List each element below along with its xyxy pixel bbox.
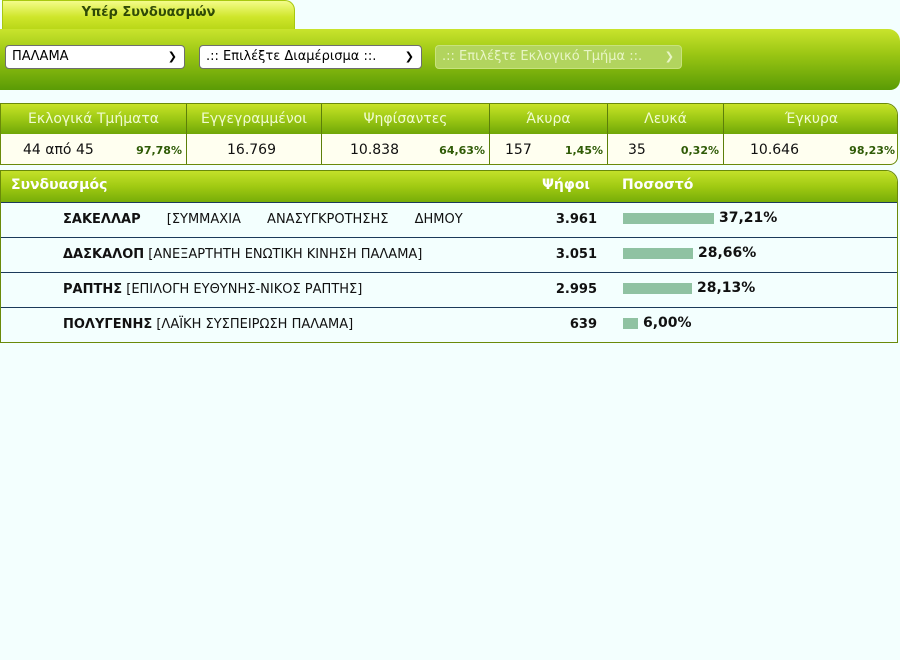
stat-blank: Λευκά 35 0,32%	[608, 104, 724, 164]
party-votes: 639	[569, 317, 597, 332]
stat-percent: 1,45%	[564, 144, 603, 157]
header-party: Συνδυασμός	[11, 177, 108, 193]
summary-stats: Εκλογικά Τμήματα 44 από 45 97,78% Εγγεγρ…	[0, 103, 898, 165]
stat-header: Άκυρα	[526, 111, 571, 127]
stat-header: Εκλογικά Τμήματα	[27, 111, 160, 127]
table-row: ΔΑΣΚΑΛΟΠ [ΑΝΕΞΑΡΤΗΤΗ ΕΝΩΤΙΚΗ ΚΙΝΗΣΗ ΠΑΛΑ…	[1, 237, 897, 272]
results-header: Συνδυασμός Ψήφοι Ποσοστό	[1, 171, 897, 202]
results-rows: ΣΑΚΕΛΛΑΡ [ΣΥΜΜΑΧΙΑ ΑΝΑΣΥΓΚΡΟΤΗΣΗΣ ΔΗΜΟΥ 3…	[1, 202, 897, 342]
party-title: [ΕΠΙΛΟΓΗ ΕΥΘΥΝΗΣ-ΝΙΚΟΣ ΡΑΠΤΗΣ]	[122, 282, 363, 297]
results-table: Συνδυασμός Ψήφοι Ποσοστό ΣΑΚΕΛΛΑΡ [ΣΥΜΜΑ…	[0, 170, 898, 343]
stat-valid: Έγκυρα 10.646 98,23%	[724, 104, 897, 164]
party-percent: 37,21%	[719, 210, 778, 226]
party-percent: 28,66%	[698, 245, 757, 261]
table-row: ΡΑΠΤΗΣ [ΕΠΙΛΟΓΗ ΕΥΘΥΝΗΣ-ΝΙΚΟΣ ΡΑΠΤΗΣ] 2.9…	[1, 272, 897, 307]
stat-value: 16.769	[227, 142, 276, 158]
section-select[interactable]: .:: Επιλέξτε Εκλογικό Τμήμα ::. ❯	[435, 45, 682, 69]
stat-percent: 0,32%	[680, 144, 719, 157]
municipality-select[interactable]: ΠΑΛΑΜΑ ❯	[5, 45, 185, 69]
stat-value: 157	[505, 142, 532, 158]
stat-invalid: Άκυρα 157 1,45%	[490, 104, 608, 164]
header-votes: Ψήφοι	[542, 177, 590, 193]
party-leader: ΔΑΣΚΑΛΟΠ	[63, 247, 145, 262]
stat-registered: Εγγεγραμμένοι 16.769	[187, 104, 322, 164]
party-title: [ΣΥΜΜΑΧΙΑ ΑΝΑΣΥΓΚΡΟΤΗΣΗΣ ΔΗΜΟΥ	[140, 212, 463, 227]
percent-bar	[623, 213, 714, 224]
district-select-value: .:: Επιλέξτε Διαμέρισμα ::.	[206, 49, 377, 64]
chevron-down-icon: ❯	[167, 50, 177, 63]
stat-sections: Εκλογικά Τμήματα 44 από 45 97,78%	[1, 104, 187, 164]
tab-label: Υπέρ Συνδυασμών	[81, 5, 216, 20]
chevron-down-icon: ❯	[404, 50, 414, 63]
stat-value: 44 από 45	[23, 142, 94, 158]
party-title: [ΛΑΪΚΗ ΣΥΣΠΕΙΡΩΣΗ ΠΑΛΑΜΑ]	[152, 317, 354, 332]
chevron-down-icon: ❯	[664, 50, 674, 63]
stat-percent: 64,63%	[439, 144, 485, 157]
stat-value: 10.838	[350, 142, 399, 158]
table-row: ΣΑΚΕΛΛΑΡ [ΣΥΜΜΑΧΙΑ ΑΝΑΣΥΓΚΡΟΤΗΣΗΣ ΔΗΜΟΥ 3…	[1, 202, 897, 237]
party-votes: 3.961	[555, 212, 597, 227]
filter-toolbar: ΠΑΛΑΜΑ ❯ .:: Επιλέξτε Διαμέρισμα ::. ❯ .…	[0, 29, 900, 90]
party-percent: 28,13%	[697, 280, 756, 296]
percent-bar	[623, 318, 638, 329]
section-select-value: .:: Επιλέξτε Εκλογικό Τμήμα ::.	[442, 49, 643, 64]
party-leader: ΠΟΛΥΓΕΝΗΣ	[63, 317, 153, 332]
stat-header: Ψηφίσαντες	[363, 111, 448, 127]
stat-value: 35	[628, 142, 646, 158]
tab-party-results[interactable]: Υπέρ Συνδυασμών	[2, 0, 295, 30]
party-leader: ΡΑΠΤΗΣ	[63, 282, 123, 297]
municipality-select-value: ΠΑΛΑΜΑ	[12, 49, 69, 64]
party-name: ΣΑΚΕΛΛΑΡ [ΣΥΜΜΑΧΙΑ ΑΝΑΣΥΓΚΡΟΤΗΣΗΣ ΔΗΜΟΥ	[63, 212, 488, 227]
table-row: ΠΟΛΥΓΕΝΗΣ [ΛΑΪΚΗ ΣΥΣΠΕΙΡΩΣΗ ΠΑΛΑΜΑ] 639 6,…	[1, 307, 897, 342]
party-votes: 2.995	[555, 282, 597, 297]
stat-percent: 98,23%	[849, 144, 895, 157]
party-percent: 6,00%	[643, 315, 692, 331]
percent-bar	[623, 283, 692, 294]
stat-percent: 97,78%	[136, 144, 182, 157]
percent-bar	[623, 248, 693, 259]
stat-value: 10.646	[750, 142, 799, 158]
party-leader: ΣΑΚΕΛΛΑΡ	[63, 212, 141, 227]
district-select[interactable]: .:: Επιλέξτε Διαμέρισμα ::. ❯	[199, 45, 422, 69]
party-name: ΡΑΠΤΗΣ [ΕΠΙΛΟΓΗ ΕΥΘΥΝΗΣ-ΝΙΚΟΣ ΡΑΠΤΗΣ]	[63, 282, 362, 297]
party-name: ΔΑΣΚΑΛΟΠ [ΑΝΕΞΑΡΤΗΤΗ ΕΝΩΤΙΚΗ ΚΙΝΗΣΗ ΠΑΛΑ…	[63, 247, 422, 262]
party-name: ΠΟΛΥΓΕΝΗΣ [ΛΑΪΚΗ ΣΥΣΠΕΙΡΩΣΗ ΠΑΛΑΜΑ]	[63, 317, 353, 332]
stat-header: Εγγεγραμμένοι	[201, 111, 307, 127]
stat-voted: Ψηφίσαντες 10.838 64,63%	[322, 104, 490, 164]
party-title: [ΑΝΕΞΑΡΤΗΤΗ ΕΝΩΤΙΚΗ ΚΙΝΗΣΗ ΠΑΛΑΜΑ]	[144, 247, 423, 262]
party-votes: 3.051	[555, 247, 597, 262]
header-percent: Ποσοστό	[622, 177, 694, 193]
stat-header: Λευκά	[644, 111, 687, 127]
stat-header: Έγκυρα	[784, 111, 839, 127]
